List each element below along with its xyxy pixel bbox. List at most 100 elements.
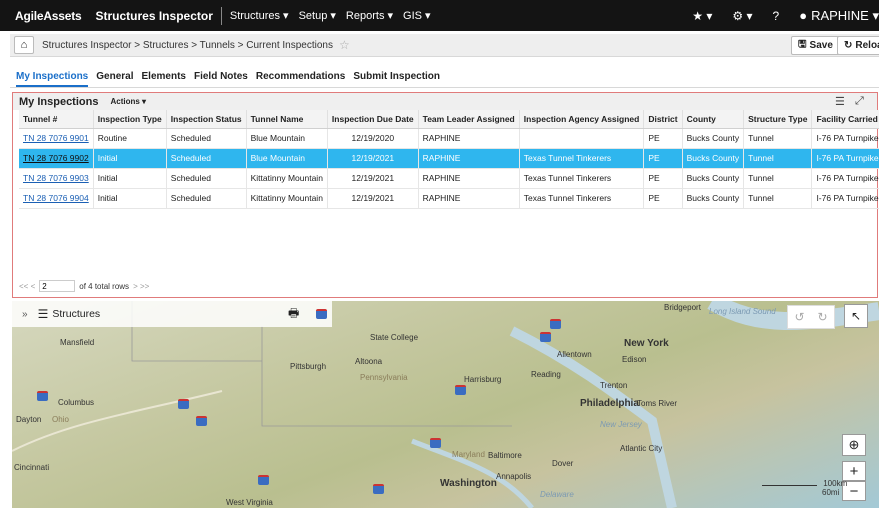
list-view-icon[interactable]: ☰ — [835, 95, 845, 108]
col-inspection-due-date[interactable]: Inspection Due Date — [327, 110, 419, 129]
map-place-label: Columbus — [58, 398, 95, 407]
table-row[interactable]: TN 28 7076 9904 Initial Scheduled Kittatinn… — [19, 188, 879, 209]
undo-redo-controls: ↺ ↻ — [787, 305, 835, 329]
tunnel-number-link[interactable]: TN 28 7076 9902 — [23, 153, 89, 163]
highway-shield-icon — [455, 385, 466, 395]
highway-shield-icon — [373, 484, 384, 494]
agileassets-logo[interactable]: AgileAssets — [0, 9, 82, 23]
table-cell: Initial — [93, 168, 167, 189]
tab-submit-inspection[interactable]: Submit Inspection — [353, 71, 440, 82]
gis-map[interactable]: » ☰ Structures 🖶 ↺ ↻ ↖ ⊕ + − 100km 60mi … — [12, 301, 879, 508]
breadcrumb[interactable]: Structures Inspector > Structures > Tunn… — [42, 40, 333, 51]
table-row[interactable]: TN 28 7076 9902 Initial Scheduled Blue Moun… — [19, 148, 879, 169]
select-pointer-icon[interactable]: ↖ — [844, 304, 868, 328]
highway-shield-icon — [550, 319, 561, 329]
pager-next[interactable]: > >> — [133, 282, 149, 291]
menu-setup[interactable]: Setup ▾ — [299, 9, 336, 22]
undo-icon[interactable]: ↺ — [794, 310, 804, 324]
table-cell: Tunnel — [743, 148, 813, 169]
map-place-label: West Virginia — [226, 498, 273, 507]
map-place-label: Annapolis — [496, 472, 532, 481]
highway-shield-icon — [178, 399, 189, 409]
inspections-table: Tunnel # Inspection Type Inspection Stat… — [19, 110, 879, 209]
table-row[interactable]: TN 28 7076 9901 Routine Scheduled Blue Moun… — [19, 128, 879, 149]
col-inspection-type[interactable]: Inspection Type — [93, 110, 167, 129]
locate-icon[interactable]: ⊕ — [842, 434, 866, 456]
table-cell — [519, 128, 645, 149]
zoom-in-button[interactable]: + — [842, 461, 866, 481]
table-cell: 12/19/2021 — [327, 148, 419, 169]
table-cell: Scheduled — [166, 168, 247, 189]
tunnel-number-link[interactable]: TN 28 7076 9904 — [23, 193, 89, 203]
table-cell: Initial — [93, 188, 167, 209]
actions-menu[interactable]: Actions ▾ — [110, 97, 146, 106]
table-cell: RAPHINE — [418, 148, 520, 169]
col-inspection-agency[interactable]: Inspection Agency Assigned — [519, 110, 645, 129]
pager-total: of 4 total rows — [79, 281, 130, 291]
table-cell: I-76 PA Turnpike — [811, 188, 879, 209]
user-menu[interactable]: ● RAPHINE ▾ — [799, 8, 879, 24]
pager-prev[interactable]: << < — [19, 282, 35, 291]
favorite-star-icon[interactable]: ☆ — [339, 38, 350, 52]
layers-icon[interactable]: ☰ — [38, 307, 49, 321]
map-header: » ☰ Structures 🖶 — [12, 301, 332, 327]
table-cell[interactable]: TN 28 7076 9904 — [19, 188, 94, 209]
gear-icon[interactable]: ⚙ ▾ — [732, 9, 752, 23]
tab-field-notes[interactable]: Field Notes — [194, 71, 248, 82]
table-cell: Kittatinny Mountain — [246, 168, 328, 189]
divider — [220, 6, 222, 25]
col-district[interactable]: District — [643, 110, 683, 129]
map-place-label: Trenton — [600, 381, 628, 390]
map-place-label: State College — [370, 333, 419, 342]
user-icon: ● — [799, 8, 808, 23]
col-tunnel-name[interactable]: Tunnel Name — [246, 110, 328, 129]
menu-reports[interactable]: Reports ▾ — [346, 9, 393, 22]
expand-icon[interactable]: ⤢ — [855, 95, 864, 108]
menu-gis[interactable]: GIS ▾ — [403, 9, 431, 22]
tunnel-number-link[interactable]: TN 28 7076 9901 — [23, 133, 89, 143]
table-cell: RAPHINE — [418, 188, 520, 209]
app-title[interactable]: Structures Inspector — [96, 9, 213, 23]
menu-structures[interactable]: Structures ▾ — [230, 9, 289, 22]
help-icon[interactable]: ? — [773, 9, 780, 23]
table-cell: I-76 PA Turnpike — [811, 168, 879, 189]
table-cell[interactable]: TN 28 7076 9902 — [19, 148, 94, 169]
table-cell: Scheduled — [166, 188, 247, 209]
col-tunnel-number[interactable]: Tunnel # — [19, 110, 94, 129]
collapse-chevron-icon[interactable]: » — [22, 309, 28, 320]
col-facility-carried[interactable]: Facility Carried — [811, 110, 879, 129]
redo-icon[interactable]: ↻ — [817, 310, 827, 324]
breadcrumb-bar: ⌂ Structures Inspector > Structures > Tu… — [10, 34, 879, 57]
col-team-leader[interactable]: Team Leader Assigned — [418, 110, 520, 129]
reload-button[interactable]: ↻Reload — [837, 36, 879, 55]
page-number-input[interactable] — [39, 280, 76, 292]
table-cell: Texas Tunnel Tinkerers — [519, 168, 645, 189]
table-cell: Blue Mountain — [246, 148, 328, 169]
map-place-label: Toms River — [637, 399, 678, 408]
print-icon[interactable]: 🖶 — [288, 304, 299, 325]
highway-shield-icon — [540, 332, 551, 342]
map-place-label: New Jersey — [600, 420, 642, 429]
save-button[interactable]: 🖫 Save — [791, 36, 840, 55]
col-county[interactable]: County — [682, 110, 745, 129]
highway-shield-icon — [196, 416, 207, 426]
inspections-grid-panel: My Inspections Actions ▾ ☰ ⤢ Tunnel # In… — [12, 92, 879, 298]
tab-general[interactable]: General — [96, 71, 133, 82]
table-cell: Bucks County — [682, 188, 745, 209]
table-cell[interactable]: TN 28 7076 9903 — [19, 168, 94, 189]
home-icon[interactable]: ⌂ — [14, 36, 34, 54]
tab-recommendations[interactable]: Recommendations — [256, 71, 345, 82]
col-structure-type[interactable]: Structure Type — [743, 110, 813, 129]
favorites-star-icon[interactable]: ★ ▾ — [692, 9, 712, 23]
tab-elements[interactable]: Elements — [142, 71, 186, 82]
col-inspection-status[interactable]: Inspection Status — [166, 110, 247, 129]
tunnel-number-link[interactable]: TN 28 7076 9903 — [23, 173, 89, 183]
table-cell: Kittatinny Mountain — [246, 188, 328, 209]
map-place-label: Allentown — [557, 350, 592, 359]
map-place-label: Philadelphia — [580, 398, 639, 409]
table-row[interactable]: TN 28 7076 9903 Initial Scheduled Kittatinn… — [19, 168, 879, 189]
tab-my-inspections[interactable]: My Inspections — [16, 71, 89, 87]
table-cell[interactable]: TN 28 7076 9901 — [19, 128, 94, 149]
highway-shield-icon — [37, 391, 48, 401]
map-place-label: Washington — [440, 478, 497, 489]
